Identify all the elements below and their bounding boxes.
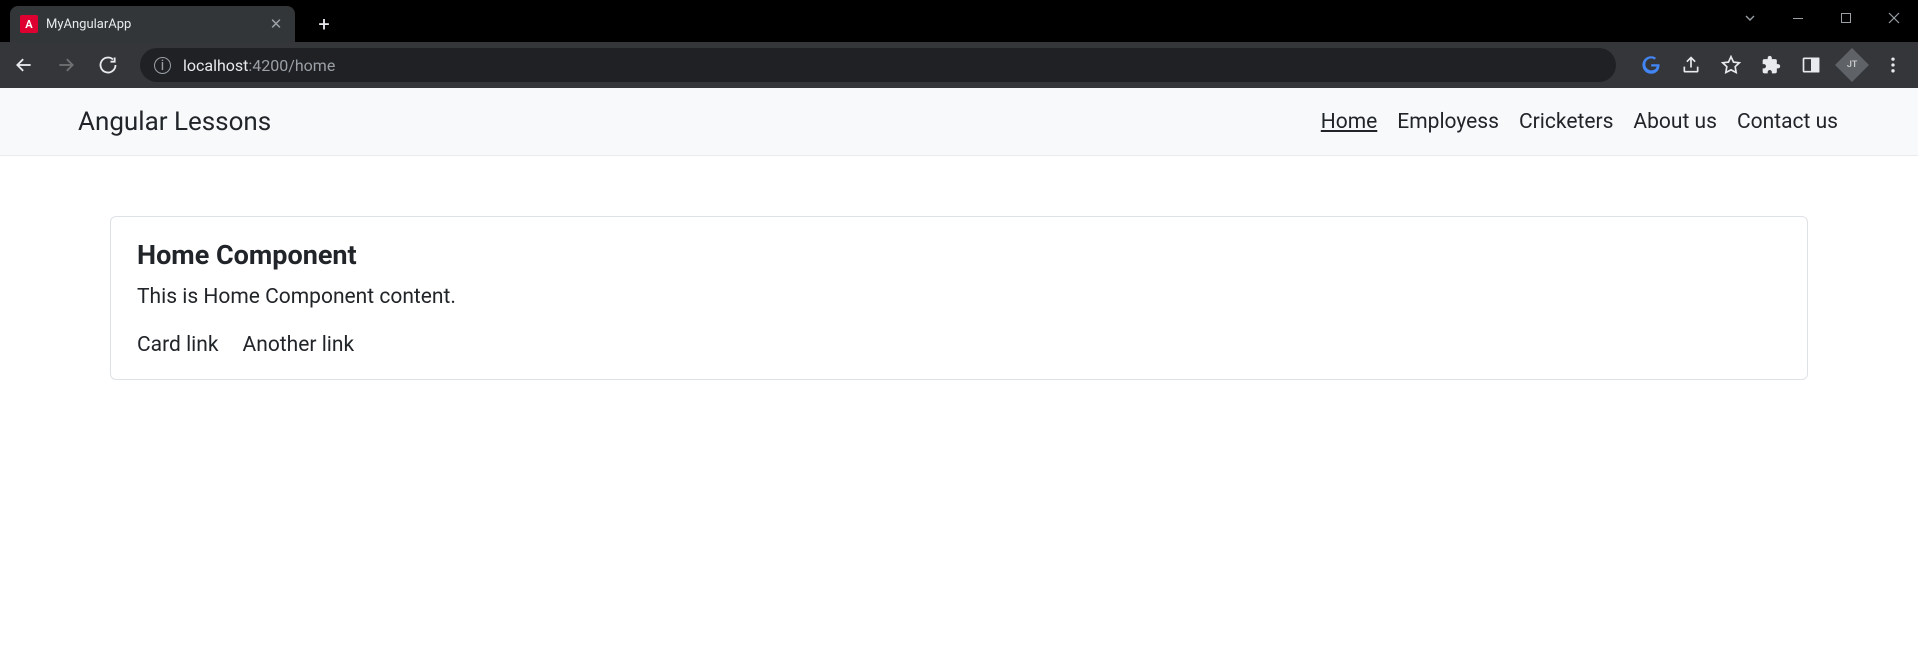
url-text: localhost:4200/home [183, 56, 335, 75]
nav-link-cricketers[interactable]: Cricketers [1519, 110, 1613, 134]
nav-links: Home Employess Cricketers About us Conta… [1321, 110, 1838, 134]
another-link[interactable]: Another link [243, 333, 355, 357]
profile-avatar[interactable]: JT [1835, 48, 1869, 82]
forward-button[interactable] [52, 51, 80, 79]
url-host: localhost [183, 56, 248, 75]
card-link[interactable]: Card link [137, 333, 219, 357]
card-text: This is Home Component content. [137, 285, 1781, 309]
app-navbar: Angular Lessons Home Employess Cricketer… [0, 88, 1918, 156]
close-icon[interactable]: ✕ [267, 15, 285, 33]
google-icon[interactable] [1640, 54, 1662, 76]
menu-icon[interactable] [1882, 54, 1904, 76]
home-card: Home Component This is Home Component co… [110, 216, 1808, 380]
share-icon[interactable] [1680, 54, 1702, 76]
tabs-dropdown-icon[interactable] [1726, 0, 1774, 35]
nav-link-about-us[interactable]: About us [1633, 110, 1717, 134]
angular-favicon: A [20, 15, 38, 33]
star-icon[interactable] [1720, 54, 1742, 76]
nav-link-employess[interactable]: Employess [1397, 110, 1499, 134]
new-tab-button[interactable]: + [310, 10, 338, 38]
url-path: :4200/home [248, 56, 335, 75]
extensions-icon[interactable] [1760, 54, 1782, 76]
card-links: Card link Another link [137, 333, 1781, 357]
tab-title: MyAngularApp [46, 17, 259, 32]
browser-chrome: A MyAngularApp ✕ + [0, 0, 1918, 88]
brand-title[interactable]: Angular Lessons [78, 107, 271, 137]
reload-button[interactable] [94, 51, 122, 79]
page-content: Angular Lessons Home Employess Cricketer… [0, 88, 1918, 380]
tab-bar: A MyAngularApp ✕ + [0, 0, 1918, 42]
maximize-button[interactable] [1822, 0, 1870, 35]
toolbar-right: JT [1640, 53, 1908, 77]
site-info-icon[interactable]: i [154, 57, 171, 74]
close-window-button[interactable] [1870, 0, 1918, 35]
address-bar[interactable]: i localhost:4200/home [140, 48, 1616, 82]
nav-link-contact-us[interactable]: Contact us [1737, 110, 1838, 134]
browser-tab[interactable]: A MyAngularApp ✕ [10, 6, 295, 42]
back-button[interactable] [10, 51, 38, 79]
card-title: Home Component [137, 239, 1781, 271]
minimize-button[interactable] [1774, 0, 1822, 35]
main-container: Home Component This is Home Component co… [0, 156, 1918, 380]
sidepanel-icon[interactable] [1800, 54, 1822, 76]
browser-toolbar: i localhost:4200/home JT [0, 42, 1918, 88]
window-controls [1726, 0, 1918, 35]
nav-link-home[interactable]: Home [1321, 110, 1378, 134]
